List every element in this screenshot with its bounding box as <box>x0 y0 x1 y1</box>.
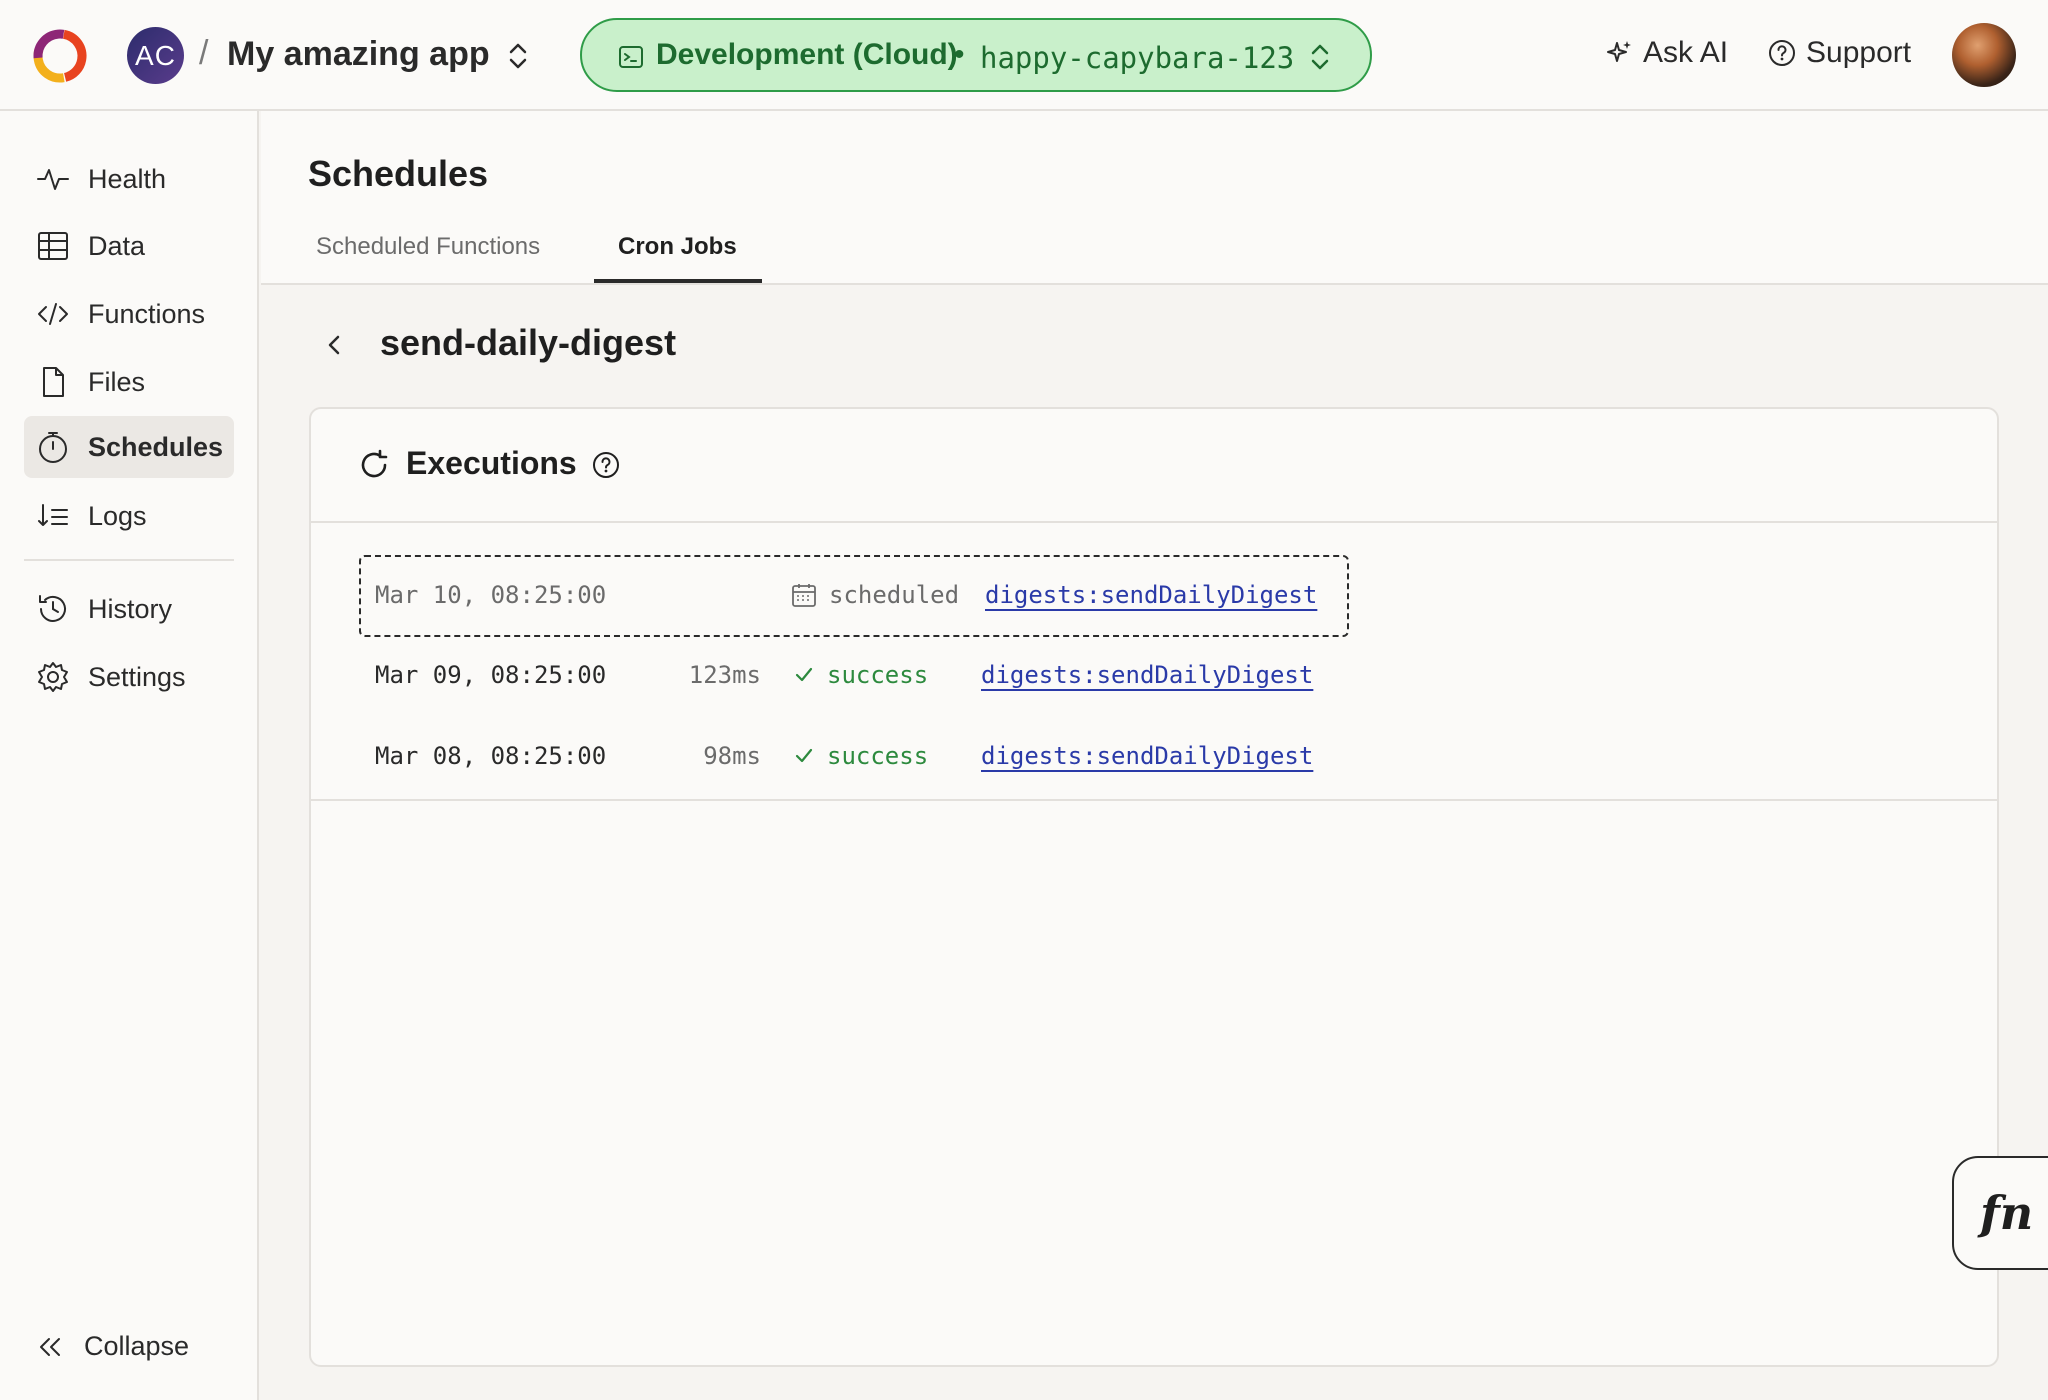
check-icon <box>795 667 813 682</box>
chevron-up-down-icon <box>1311 44 1329 70</box>
collapse-button[interactable]: Collapse <box>36 1331 189 1362</box>
project-name[interactable]: My amazing app <box>227 35 490 74</box>
execution-status: scheduled <box>791 581 959 609</box>
tab-cron-jobs[interactable]: Cron Jobs <box>618 233 737 261</box>
executions-title: Executions <box>406 445 577 481</box>
deployment-dot: • <box>954 38 965 71</box>
execution-status-label: success <box>827 742 929 770</box>
sidebar-item-data[interactable]: Data <box>24 215 234 277</box>
execution-time: Mar 08, 08:25:00 <box>375 742 607 770</box>
sidebar-divider <box>24 559 234 561</box>
sidebar-item-settings[interactable]: Settings <box>24 646 234 708</box>
calendar-icon <box>792 584 816 607</box>
sidebar-item-label: History <box>88 593 173 624</box>
execution-row[interactable]: Mar 10, 08:25:00 scheduled digests:sendD… <box>359 555 1349 637</box>
sidebar-item-label: Files <box>88 366 146 397</box>
page-title: Schedules <box>308 153 489 194</box>
execution-duration: 98ms <box>703 742 761 770</box>
support-button[interactable]: Support <box>1768 36 1911 70</box>
user-avatar[interactable] <box>1952 23 2016 87</box>
cron-job-title: send-daily-digest <box>380 322 677 363</box>
ask-ai-label: Ask AI <box>1643 36 1729 69</box>
executions-card: Executions Mar 10, 08:25:00 scheduled di… <box>309 407 1999 1367</box>
execution-row[interactable]: Mar 09, 08:25:00 123ms success digests:s… <box>361 637 1351 719</box>
active-tab-indicator <box>594 279 762 283</box>
deployment-name: Development (Cloud) <box>656 38 958 71</box>
sidebar-item-label: Data <box>88 230 146 261</box>
execution-row[interactable]: Mar 08, 08:25:00 98ms success digests:se… <box>361 718 1351 800</box>
help-circle-icon[interactable] <box>592 451 620 479</box>
sidebar: Health Data Functions Files Schedules Lo… <box>0 111 259 1400</box>
table-icon <box>38 232 68 260</box>
sidebar-item-functions[interactable]: Functions <box>24 283 234 345</box>
breadcrumb-separator: / <box>199 34 209 72</box>
execution-time: Mar 09, 08:25:00 <box>375 661 607 689</box>
execution-status: success <box>793 742 928 770</box>
team-avatar[interactable]: AC <box>127 27 184 84</box>
sidebar-item-history[interactable]: History <box>24 578 234 640</box>
sidebar-item-health[interactable]: Health <box>24 148 234 210</box>
terminal-icon <box>619 46 643 68</box>
execution-status: success <box>793 661 928 689</box>
ask-ai-button[interactable]: Ask AI <box>1605 36 1728 70</box>
history-icon <box>39 595 66 622</box>
sidebar-item-schedules[interactable]: Schedules <box>24 416 234 478</box>
chevron-left-icon[interactable] <box>320 330 350 360</box>
sidebar-item-label: Functions <box>88 298 206 329</box>
sidebar-item-label: Health <box>88 163 167 194</box>
sparkle-icon <box>1607 41 1631 62</box>
sort-list-icon <box>38 504 68 526</box>
page-header: Schedules Scheduled Functions Cron Jobs <box>261 111 2048 285</box>
deployment-selector[interactable]: Development (Cloud) • happy-capybara-123 <box>580 18 1372 92</box>
top-bar: AC / My amazing app Development (Cloud) … <box>0 0 2048 111</box>
file-icon <box>43 367 64 397</box>
tab-scheduled-functions[interactable]: Scheduled Functions <box>316 233 540 261</box>
executions-header: Executions <box>311 409 1997 523</box>
execution-time: Mar 10, 08:25:00 <box>375 581 607 609</box>
execution-function-link[interactable]: digests:sendDailyDigest <box>981 742 1313 770</box>
code-icon <box>38 303 68 325</box>
execution-function-link[interactable]: digests:sendDailyDigest <box>981 661 1313 689</box>
chevron-up-down-icon[interactable] <box>505 38 531 74</box>
sidebar-item-label: Logs <box>88 500 147 531</box>
support-label: Support <box>1806 36 1912 69</box>
convex-logo-icon[interactable] <box>30 26 90 86</box>
sidebar-item-label: Schedules <box>88 431 224 462</box>
list-divider <box>311 799 1997 801</box>
execution-duration: 123ms <box>688 661 761 689</box>
execution-status-label: scheduled <box>829 581 960 609</box>
stopwatch-icon <box>39 432 67 463</box>
help-circle-icon <box>1769 40 1795 66</box>
refresh-icon[interactable] <box>358 449 390 481</box>
check-icon <box>795 748 813 763</box>
deployment-slug: happy-capybara-123 <box>980 41 1295 75</box>
execution-function-link[interactable]: digests:sendDailyDigest <box>985 581 1317 609</box>
sidebar-item-files[interactable]: Files <box>24 351 234 413</box>
collapse-label: Collapse <box>84 1331 190 1361</box>
sidebar-item-label: Settings <box>88 661 186 692</box>
function-runner-button[interactable]: fn <box>1952 1156 2048 1270</box>
chevrons-left-icon <box>40 1337 60 1356</box>
sidebar-item-logs[interactable]: Logs <box>24 485 234 547</box>
execution-status-label: success <box>827 661 929 689</box>
gear-icon <box>38 662 68 692</box>
pulse-icon <box>37 169 69 190</box>
